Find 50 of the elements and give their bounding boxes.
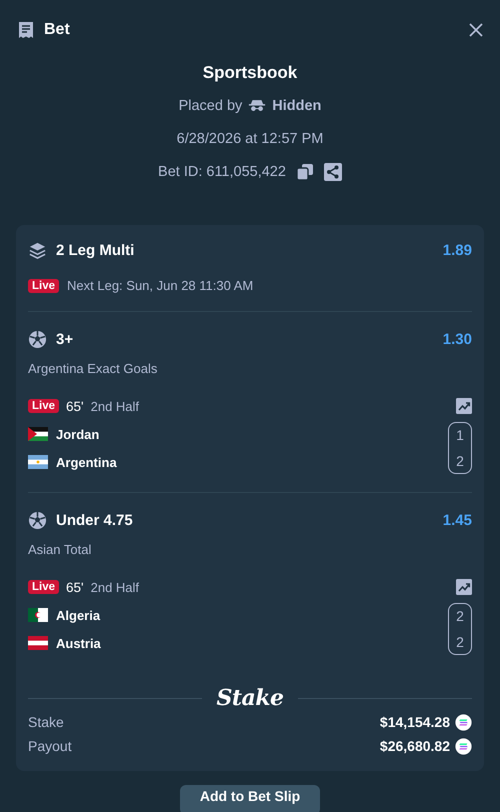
market-name: Argentina Exact Goals [28, 361, 158, 376]
total-amount: $14,154.28 [380, 714, 450, 730]
copy-icon[interactable] [296, 162, 314, 180]
total-label: Payout [28, 738, 72, 754]
team-name: Argentina [56, 454, 117, 470]
flag-icon [28, 636, 48, 650]
match-period: 2nd Half [90, 398, 140, 414]
share-icon[interactable] [324, 162, 342, 180]
team-name: Algeria [56, 608, 100, 622]
score-box: 2 2 [448, 603, 472, 655]
market-name: Asian Total [28, 542, 92, 557]
match-minute: 65' [66, 580, 84, 594]
match-minute: 65' [66, 398, 84, 414]
coin-icon [455, 738, 472, 754]
next-leg-time: Next Leg: Sun, Jun 28 11:30 AM [67, 278, 254, 293]
selection-name: 3+ [56, 331, 74, 348]
flag-icon [28, 427, 48, 441]
selection-odds: 1.30 [442, 331, 472, 348]
user-name: Hidden [272, 98, 322, 114]
soccer-ball-icon [28, 330, 47, 349]
receipt-icon [16, 20, 36, 40]
match-period: 2nd Half [90, 580, 140, 594]
bet-date: 6/28/2026 at 12:57 PM [176, 130, 324, 148]
live-badge: Live [28, 580, 60, 594]
score-box: 1 2 [448, 422, 472, 474]
bet-id: Bet ID: 611,055,422 [158, 164, 286, 180]
add-to-bet-slip-button[interactable]: Add to Bet Slip [180, 785, 320, 812]
flag-icon [28, 455, 48, 469]
bet-odds: 1.89 [442, 242, 472, 259]
flag-icon [28, 608, 48, 622]
total-label: Stake [28, 714, 64, 730]
stats-icon[interactable] [456, 398, 472, 414]
stats-icon[interactable] [456, 579, 472, 595]
incognito-icon [248, 99, 266, 112]
total-amount: $26,680.82 [380, 738, 450, 754]
brand-logo: Stake [216, 685, 284, 711]
soccer-ball-icon [28, 511, 47, 530]
bet-type: 2 Leg Multi [56, 242, 134, 259]
selection-odds: 1.45 [442, 512, 472, 529]
team-name: Austria [56, 636, 101, 650]
coin-icon [455, 714, 472, 730]
close-button[interactable] [468, 22, 484, 38]
live-badge: Live [28, 278, 60, 292]
live-badge: Live [28, 399, 60, 413]
placed-by-label: Placed by [178, 98, 242, 114]
selection-name: Under 4.75 [56, 512, 133, 529]
bet-source-title: Sportsbook [202, 63, 298, 84]
layers-icon [28, 241, 47, 260]
team-name: Jordan [56, 426, 100, 442]
dialog-title: Bet [44, 21, 70, 39]
